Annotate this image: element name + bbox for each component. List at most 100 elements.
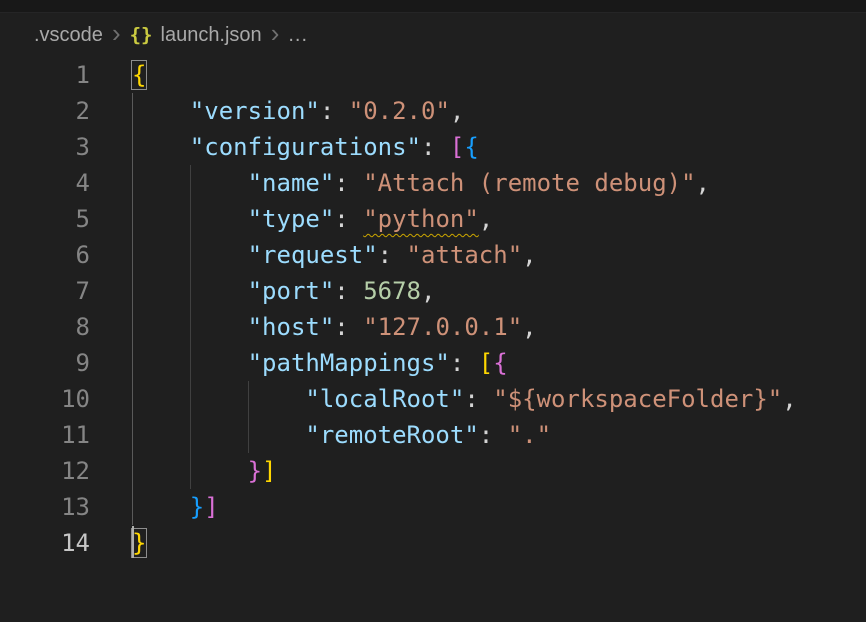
code-text: "pathMappings": [{ bbox=[132, 345, 866, 381]
breadcrumb-folder[interactable]: .vscode bbox=[34, 24, 103, 47]
code-token: : bbox=[450, 349, 479, 377]
code-token: "0.2.0" bbox=[349, 97, 450, 125]
code-token: : bbox=[479, 421, 508, 449]
code-token: : bbox=[320, 97, 349, 125]
code-token: "name" bbox=[248, 169, 335, 197]
indent-guide bbox=[132, 201, 133, 237]
code-line[interactable]: 4 "name": "Attach (remote debug)", bbox=[0, 165, 866, 201]
indent-guide bbox=[132, 417, 133, 453]
code-line[interactable]: 5 "type": "python", bbox=[0, 201, 866, 237]
indent-guide bbox=[132, 309, 133, 345]
code-token: , bbox=[782, 385, 796, 413]
indent-guide bbox=[190, 309, 191, 345]
indent-guide bbox=[190, 345, 191, 381]
indent-guide bbox=[190, 165, 191, 201]
indent-guide bbox=[190, 453, 191, 489]
code-token: "127.0.0.1" bbox=[363, 313, 522, 341]
editor[interactable]: 1{2 "version": "0.2.0",3 "configurations… bbox=[0, 57, 866, 561]
code-token: : bbox=[334, 205, 363, 233]
code-token: "Attach (remote debug)" bbox=[363, 169, 695, 197]
code-line[interactable]: 14} bbox=[0, 525, 866, 561]
code-token: , bbox=[421, 277, 435, 305]
line-number[interactable]: 13 bbox=[0, 489, 132, 525]
code-line[interactable]: 6 "request": "attach", bbox=[0, 237, 866, 273]
indent-guide bbox=[248, 381, 249, 417]
vscode-editor-window: .vscode › {} launch.json › ... 1{2 "vers… bbox=[0, 0, 866, 622]
text-cursor bbox=[132, 526, 134, 558]
indent-guide bbox=[248, 417, 249, 453]
code-text: "localRoot": "${workspaceFolder}", bbox=[132, 381, 866, 417]
code-token: } bbox=[190, 493, 204, 521]
line-number[interactable]: 12 bbox=[0, 453, 132, 489]
code-line[interactable]: 1{ bbox=[0, 57, 866, 93]
chevron-right-icon: › bbox=[112, 20, 121, 46]
code-text: "version": "0.2.0", bbox=[132, 93, 866, 129]
code-line[interactable]: 11 "remoteRoot": "." bbox=[0, 417, 866, 453]
breadcrumb-symbol-more[interactable]: ... bbox=[288, 24, 308, 47]
line-number[interactable]: 9 bbox=[0, 345, 132, 381]
code-token: { bbox=[132, 61, 146, 89]
code-token bbox=[132, 385, 305, 413]
line-number[interactable]: 7 bbox=[0, 273, 132, 309]
code-token: , bbox=[696, 169, 710, 197]
indent-guide bbox=[132, 93, 133, 129]
line-number[interactable]: 5 bbox=[0, 201, 132, 237]
code-text: "port": 5678, bbox=[132, 273, 866, 309]
line-number[interactable]: 1 bbox=[0, 57, 132, 93]
line-number[interactable]: 2 bbox=[0, 93, 132, 129]
code-token: "version" bbox=[190, 97, 320, 125]
code-token: : bbox=[334, 313, 363, 341]
indent-guide bbox=[132, 273, 133, 309]
line-number[interactable]: 10 bbox=[0, 381, 132, 417]
code-line[interactable]: 2 "version": "0.2.0", bbox=[0, 93, 866, 129]
code-line[interactable]: 10 "localRoot": "${workspaceFolder}", bbox=[0, 381, 866, 417]
line-number[interactable]: 4 bbox=[0, 165, 132, 201]
breadcrumb-file[interactable]: launch.json bbox=[161, 24, 262, 47]
code-token: "localRoot" bbox=[305, 385, 464, 413]
code-line[interactable]: 9 "pathMappings": [{ bbox=[0, 345, 866, 381]
code-text: "configurations": [{ bbox=[132, 129, 866, 165]
line-number[interactable]: 3 bbox=[0, 129, 132, 165]
chevron-right-icon: › bbox=[271, 20, 280, 46]
line-number[interactable]: 6 bbox=[0, 237, 132, 273]
indent-guide bbox=[190, 201, 191, 237]
code-token bbox=[132, 133, 190, 161]
code-text: { bbox=[132, 57, 866, 93]
code-token bbox=[132, 421, 305, 449]
code-line[interactable]: 7 "port": 5678, bbox=[0, 273, 866, 309]
code-token: "host" bbox=[248, 313, 335, 341]
indent-guide bbox=[190, 417, 191, 453]
code-text: "remoteRoot": "." bbox=[132, 417, 866, 453]
code-token: ] bbox=[204, 493, 218, 521]
code-text: } bbox=[132, 525, 866, 561]
code-token: "attach" bbox=[407, 241, 523, 269]
code-token: "pathMappings" bbox=[248, 349, 450, 377]
code-text: "type": "python", bbox=[132, 201, 866, 237]
code-line[interactable]: 3 "configurations": [{ bbox=[0, 129, 866, 165]
line-number[interactable]: 11 bbox=[0, 417, 132, 453]
indent-guide bbox=[132, 129, 133, 165]
json-file-icon: {} bbox=[130, 24, 153, 46]
code-line[interactable]: 12 }] bbox=[0, 453, 866, 489]
line-number[interactable]: 8 bbox=[0, 309, 132, 345]
code-token: , bbox=[522, 241, 536, 269]
code-token: : bbox=[464, 385, 493, 413]
code-token: } bbox=[248, 457, 262, 485]
code-text: "host": "127.0.0.1", bbox=[132, 309, 866, 345]
code-token bbox=[132, 493, 190, 521]
code-token: 5678 bbox=[363, 277, 421, 305]
indent-guide bbox=[132, 489, 133, 525]
code-text: }] bbox=[132, 453, 866, 489]
indent-guide bbox=[132, 453, 133, 489]
code-lines: 1{2 "version": "0.2.0",3 "configurations… bbox=[0, 57, 866, 561]
editor-tab-bar bbox=[0, 0, 866, 13]
code-line[interactable]: 13 }] bbox=[0, 489, 866, 525]
code-token: , bbox=[450, 97, 464, 125]
code-token: "remoteRoot" bbox=[305, 421, 478, 449]
indent-guide bbox=[190, 381, 191, 417]
code-token: "port" bbox=[248, 277, 335, 305]
code-token: "request" bbox=[248, 241, 378, 269]
code-token: "${workspaceFolder}" bbox=[493, 385, 782, 413]
code-line[interactable]: 8 "host": "127.0.0.1", bbox=[0, 309, 866, 345]
line-number[interactable]: 14 bbox=[0, 525, 132, 561]
